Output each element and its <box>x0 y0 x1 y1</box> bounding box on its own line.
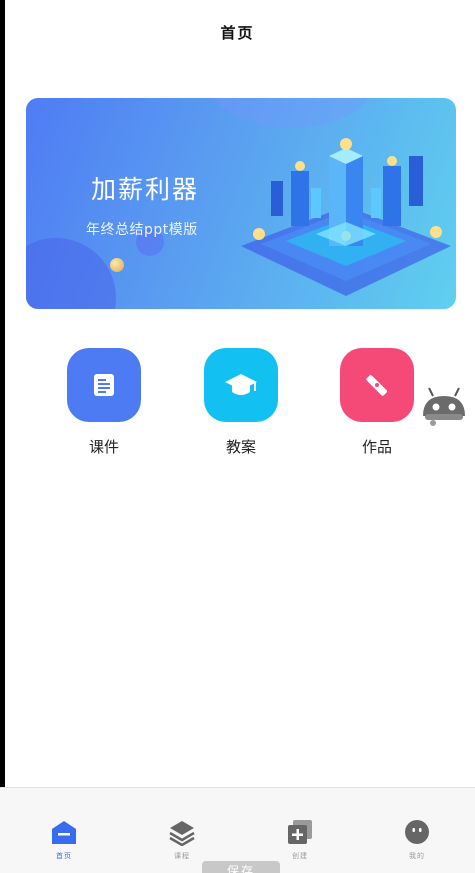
tab-home[interactable]: 首页 <box>34 818 94 861</box>
tab-label: 创建 <box>292 852 308 860</box>
graduation-cap-icon <box>204 348 278 422</box>
tab-label: 我的 <box>409 852 425 860</box>
quick-action-courseware[interactable]: 课件 <box>64 348 144 457</box>
quick-action-works[interactable]: 作品 <box>337 348 417 457</box>
page-title: 首页 <box>220 23 255 42</box>
isometric-city-illustration <box>241 138 451 296</box>
banner-decoration <box>26 238 116 309</box>
document-icon <box>67 348 141 422</box>
tab-label: 课程 <box>174 852 190 860</box>
tab-create[interactable]: 创建 <box>270 818 330 861</box>
pencil-ruler-icon <box>340 348 414 422</box>
quick-action-lesson-plan[interactable]: 教案 <box>201 348 281 457</box>
add-square-icon <box>286 818 314 846</box>
tab-courses[interactable]: 课程 <box>152 818 212 861</box>
banner-headline: 加薪利器 <box>91 175 200 204</box>
banner-subtitle: 年终总结ppt模版 <box>86 222 198 238</box>
home-icon <box>50 818 78 846</box>
profile-face-icon <box>403 818 431 846</box>
promo-banner[interactable]: 加薪利器 年终总结ppt模版 <box>26 98 456 309</box>
toast-text: 保存 <box>226 864 255 873</box>
top-bar: 首页 <box>0 0 475 64</box>
tab-label: 首页 <box>56 852 72 860</box>
layers-icon <box>168 818 196 846</box>
robot-assistant-icon[interactable] <box>419 386 469 428</box>
quick-action-label: 课件 <box>88 438 119 456</box>
banner-decoration <box>110 258 124 272</box>
banner-decoration <box>206 98 376 128</box>
toast-message: 保存 <box>202 861 280 873</box>
screen-edge <box>0 0 5 873</box>
tab-profile[interactable]: 我的 <box>387 818 447 861</box>
quick-action-label: 教案 <box>225 438 256 456</box>
quick-action-label: 作品 <box>361 438 392 456</box>
